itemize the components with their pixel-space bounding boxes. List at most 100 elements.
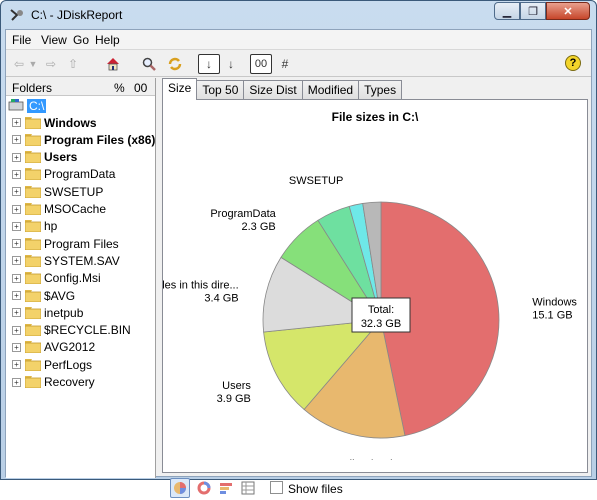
home-button[interactable] [104, 54, 122, 74]
expand-icon[interactable]: + [12, 325, 21, 335]
tree-item[interactable]: + SYSTEM.SAV [12, 252, 120, 269]
expand-icon[interactable]: + [12, 342, 21, 352]
show-files-checkbox[interactable] [270, 481, 283, 494]
refresh-button[interactable] [166, 54, 184, 74]
sort-ascending-icon: ↓ [228, 57, 234, 71]
back-button[interactable]: ⇦ [12, 54, 26, 74]
restore-icon: ❐ [528, 5, 538, 18]
slice-label: Files in this dire... [163, 279, 239, 291]
bar-view-button[interactable] [216, 478, 236, 498]
tree-item[interactable]: + Program Files [12, 235, 119, 252]
expand-icon[interactable]: + [12, 187, 21, 197]
table-icon [241, 481, 255, 495]
tree-item[interactable]: + MSOCache [12, 201, 106, 218]
folder-icon [25, 203, 41, 215]
tree-item-label: SYSTEM.SAV [44, 253, 120, 268]
sort-ascending-button[interactable]: ↓ [222, 54, 240, 74]
expand-icon[interactable]: + [12, 308, 21, 318]
count-format-button[interactable]: # [278, 54, 292, 74]
tree-item[interactable]: + AVG2012 [12, 339, 95, 356]
sort-descending-button[interactable]: ↓ [198, 54, 220, 74]
home-icon [107, 58, 119, 71]
arrow-up-icon: ⇧ [67, 57, 79, 71]
pie-view-button[interactable] [170, 478, 190, 498]
tree-item-label: Users [44, 150, 78, 165]
tree-item-label: ProgramData [44, 167, 116, 182]
tab-modified[interactable]: Modified [301, 80, 360, 100]
tab-size[interactable]: Size [162, 78, 198, 100]
tab-types[interactable]: Types [358, 80, 403, 100]
tree-item[interactable]: + $RECYCLE.BIN [12, 322, 131, 339]
folder-icon [25, 272, 41, 285]
report-area: Size Top 50 Size Dist Modified Types Fil… [158, 78, 590, 498]
close-button[interactable]: ✕ [546, 2, 590, 20]
arrow-left-icon: ⇦ [13, 57, 25, 71]
forward-button[interactable]: ⇨ [44, 54, 58, 74]
folder-icon [25, 254, 41, 267]
menu-view[interactable]: View [41, 33, 67, 47]
size-toggle[interactable]: 00 [134, 81, 147, 95]
chart-options-bar: Show files [160, 474, 580, 500]
minimize-button[interactable]: ▁ [494, 2, 520, 20]
show-files-label: Show files [288, 482, 343, 496]
tree-item[interactable]: + $AVG [12, 287, 75, 304]
tree-item[interactable]: + PerfLogs [12, 356, 92, 373]
expand-icon[interactable]: + [12, 239, 21, 249]
close-icon: ✕ [563, 5, 573, 18]
pie-chart-icon [174, 482, 186, 494]
title-bar[interactable]: C:\ - JDiskReport ▁ ❐ ✕ [1, 1, 596, 29]
expand-icon[interactable]: + [12, 135, 21, 145]
tab-top-50[interactable]: Top 50 [196, 80, 245, 100]
expand-icon[interactable]: + [12, 273, 21, 283]
up-button[interactable]: ⇧ [66, 54, 80, 74]
menu-go[interactable]: Go [73, 33, 89, 47]
chart-panel: File sizes in C:\ Windows15.1 GB Program … [162, 99, 588, 473]
tree-item[interactable]: + hp [12, 218, 57, 235]
slice-value-label: 3.4 GB [204, 292, 238, 304]
folder-icon [25, 306, 41, 319]
expand-icon[interactable]: + [12, 204, 21, 214]
expand-icon[interactable]: + [12, 169, 21, 179]
tree-item-label: hp [44, 219, 58, 234]
back-history-button[interactable]: ▼ [28, 54, 38, 74]
search-button[interactable] [140, 54, 158, 74]
slice-value-label: 2.3 GB [242, 221, 276, 233]
jdiskreport-app-icon [10, 9, 23, 21]
tree-item[interactable]: + Program Files (x86) [12, 131, 155, 148]
percent-toggle[interactable]: % [114, 81, 125, 95]
folder-icon [25, 376, 41, 388]
refresh-icon [168, 57, 182, 71]
expand-icon[interactable]: + [12, 256, 21, 266]
total-label: Total: [368, 304, 394, 316]
tree-item[interactable]: + Windows [12, 114, 97, 131]
menu-help[interactable]: Help [95, 33, 120, 47]
tree-root[interactable]: C:\ [8, 97, 47, 114]
tree-item[interactable]: + Users [12, 149, 77, 166]
tree-item[interactable]: + inetpub [12, 304, 83, 321]
menu-file[interactable]: File [12, 33, 31, 47]
folder-icon [25, 168, 41, 181]
folder-icon [25, 220, 41, 233]
tree-item[interactable]: + Config.Msi [12, 270, 101, 287]
tree-item[interactable]: + SWSETUP [12, 183, 103, 200]
tree-item[interactable]: + ProgramData [12, 166, 115, 183]
tree-item-label: $AVG [44, 288, 76, 303]
tree-item[interactable]: + Recovery [12, 374, 95, 391]
table-view-button[interactable] [238, 478, 258, 498]
tab-size-dist[interactable]: Size Dist [243, 80, 303, 100]
expand-icon[interactable]: + [12, 291, 21, 300]
restore-button[interactable]: ❐ [520, 2, 546, 20]
size-format-button[interactable]: 00 [250, 54, 272, 74]
pie-chart: Windows15.1 GBProgram Files (x86)4.7 GBU… [163, 175, 577, 460]
expand-icon[interactable]: + [12, 152, 21, 162]
bar-chart-icon [220, 483, 232, 494]
chart-title: File sizes in C:\ [331, 110, 419, 124]
expand-icon[interactable]: + [12, 118, 21, 127]
expand-icon[interactable]: + [12, 377, 21, 387]
ring-view-button[interactable] [194, 478, 214, 498]
expand-icon[interactable]: + [12, 221, 21, 231]
help-button[interactable]: ? [565, 55, 581, 71]
expand-icon[interactable]: + [12, 360, 21, 370]
folders-title: Folders [12, 81, 53, 95]
slice-label: Users [222, 380, 251, 392]
